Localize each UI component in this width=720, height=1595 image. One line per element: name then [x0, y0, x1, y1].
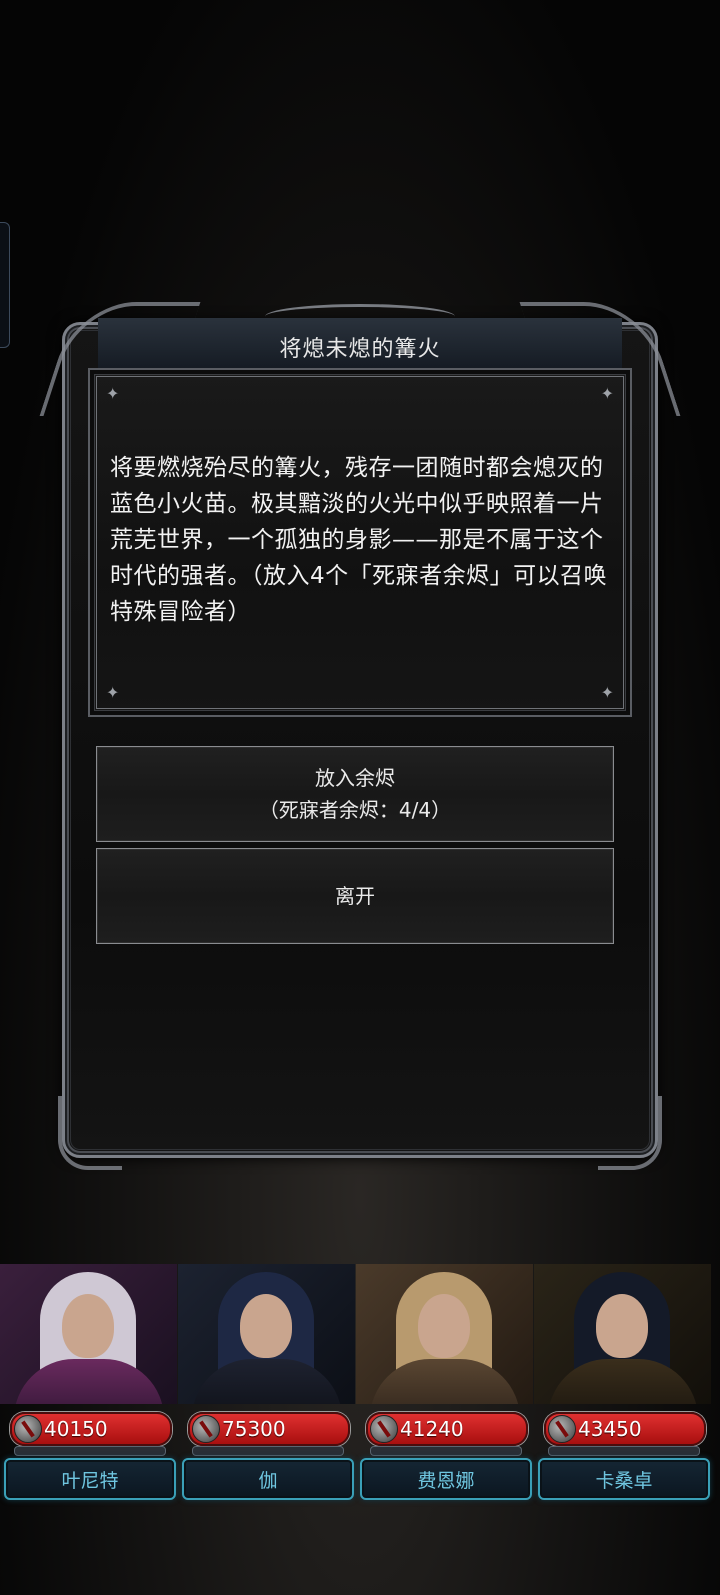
- description-panel: ✦ ✦ ✦ ✦ 将要燃烧殆尽的篝火，残存一团随时都会熄灭的蓝色小火苗。极其黯淡的…: [88, 368, 632, 717]
- leave-label: 离开: [335, 884, 375, 908]
- hero-name: 费恩娜: [417, 1469, 475, 1492]
- hero-portrait: [178, 1264, 355, 1404]
- energy-bar: [548, 1446, 700, 1456]
- put-embers-label: 放入余烬: [315, 766, 395, 790]
- hero-card-kasangzhuo[interactable]: 43450 卡桑卓: [534, 1264, 711, 1514]
- event-description: 将要燃烧殆尽的篝火，残存一团随时都会熄灭的蓝色小火苗。极其黯淡的火光中似乎映照着…: [110, 455, 608, 625]
- leave-button[interactable]: 离开: [96, 848, 614, 944]
- hp-bar: 41240: [366, 1412, 528, 1446]
- energy-bar: [370, 1446, 522, 1456]
- hero-card-yenite[interactable]: 40150 叶尼特: [0, 1264, 177, 1514]
- hero-portrait: [0, 1264, 177, 1404]
- energy-bar: [192, 1446, 344, 1456]
- sword-icon: [14, 1415, 42, 1443]
- hero-name-plate: 叶尼特: [4, 1458, 176, 1500]
- hp-bar: 43450: [544, 1412, 706, 1446]
- sparkle-icon: ✦: [106, 683, 120, 702]
- hp-value: 41240: [400, 1417, 464, 1441]
- embers-count-label: （死寐者余烬：4/4）: [258, 798, 452, 822]
- hp-bar: 40150: [10, 1412, 172, 1446]
- hero-portrait: [356, 1264, 533, 1404]
- energy-bar: [14, 1446, 166, 1456]
- hp-value: 75300: [222, 1417, 286, 1441]
- dialog-title: 将熄未熄的篝火: [279, 337, 441, 362]
- sparkle-icon: ✦: [600, 384, 614, 403]
- sparkle-icon: ✦: [600, 683, 614, 702]
- hero-name-plate: 伽: [182, 1458, 354, 1500]
- sword-icon: [548, 1415, 576, 1443]
- hero-card-feinna[interactable]: 41240 费恩娜: [356, 1264, 533, 1514]
- sword-icon: [192, 1415, 220, 1443]
- hero-name-plate: 费恩娜: [360, 1458, 532, 1500]
- hp-bar: 75300: [188, 1412, 350, 1446]
- sword-icon: [370, 1415, 398, 1443]
- hero-name: 伽: [258, 1469, 278, 1492]
- side-drawer-handle[interactable]: [0, 222, 10, 348]
- party-bar: 40150 叶尼特 75300 伽 41240 费恩娜 43450 卡桑卓: [0, 1264, 720, 1514]
- event-dialog: 将熄未熄的篝火 ✦ ✦ ✦ ✦ 将要燃烧殆尽的篝火，残存一团随时都会熄灭的蓝色小…: [39, 300, 681, 1170]
- hero-card-jia[interactable]: 75300 伽: [178, 1264, 355, 1514]
- hero-name: 叶尼特: [61, 1469, 119, 1492]
- frame-corner-right: [598, 1096, 662, 1170]
- put-embers-button[interactable]: 放入余烬 （死寐者余烬：4/4）: [96, 746, 614, 842]
- hp-value: 43450: [578, 1417, 642, 1441]
- hero-name-plate: 卡桑卓: [538, 1458, 710, 1500]
- hp-value: 40150: [44, 1417, 108, 1441]
- game-screen: 将熄未熄的篝火 ✦ ✦ ✦ ✦ 将要燃烧殆尽的篝火，残存一团随时都会熄灭的蓝色小…: [0, 0, 720, 1595]
- frame-corner-left: [58, 1096, 122, 1170]
- hero-portrait: [534, 1264, 711, 1404]
- hero-name: 卡桑卓: [595, 1469, 653, 1492]
- sparkle-icon: ✦: [106, 384, 120, 403]
